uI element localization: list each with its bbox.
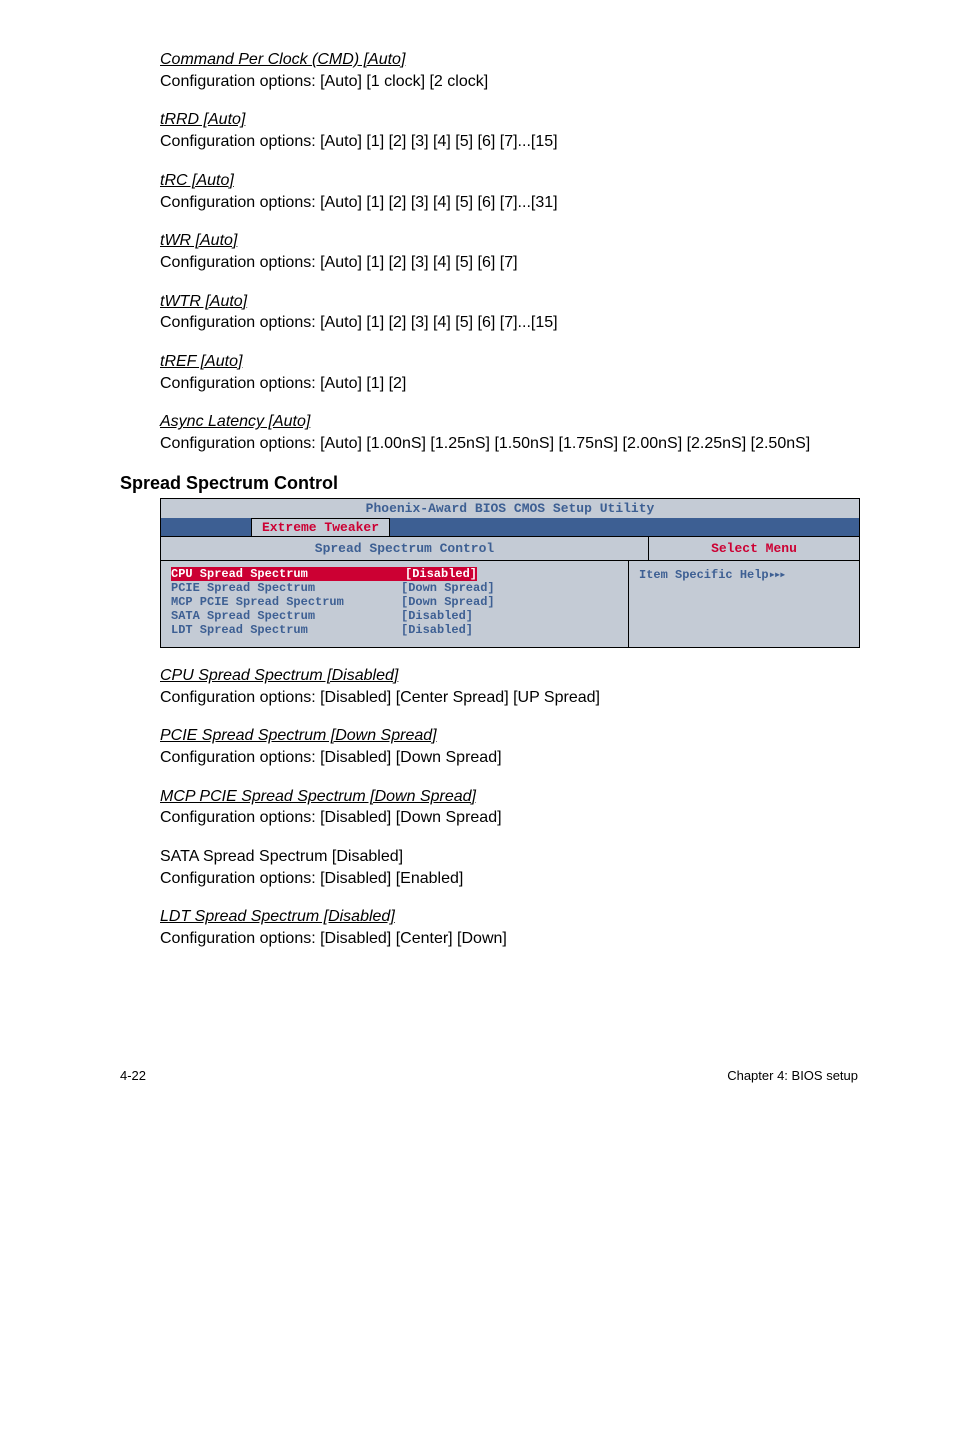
option-desc: Configuration options: [Disabled] [Cente… bbox=[160, 928, 858, 950]
option-title: CPU Spread Spectrum [Disabled] bbox=[160, 666, 858, 687]
option-title: Command Per Clock (CMD) [Auto] bbox=[160, 50, 858, 71]
bios-row-val: [Disabled] bbox=[405, 567, 477, 581]
option-desc: Configuration options: [Auto] [1] [2] [3… bbox=[160, 312, 858, 334]
option-title: PCIE Spread Spectrum [Down Spread] bbox=[160, 727, 437, 744]
bios-utility-title: Phoenix-Award BIOS CMOS Setup Utility bbox=[161, 499, 859, 518]
option-title: tRC [Auto] bbox=[160, 171, 858, 192]
section-heading: Spread Spectrum Control bbox=[120, 473, 858, 494]
option-desc: Configuration options: [Auto] [1] [2] [3… bbox=[160, 192, 858, 214]
option-title: MCP PCIE Spread Spectrum [Down Spread] bbox=[160, 788, 476, 805]
option-desc: Configuration options: [Auto] [1] [2] bbox=[160, 373, 858, 395]
bios-row-val: [Down Spread] bbox=[401, 595, 495, 609]
footer-chapter: Chapter 4: BIOS setup bbox=[727, 1068, 858, 1083]
option-title: tWTR [Auto] bbox=[160, 292, 858, 313]
option-title: LDT Spread Spectrum [Disabled] bbox=[160, 907, 858, 928]
option-desc: Configuration options: [Disabled] [Enabl… bbox=[160, 868, 858, 890]
bios-row-key: MCP PCIE Spread Spectrum bbox=[171, 595, 401, 609]
bios-tab-row: Extreme Tweaker bbox=[161, 518, 859, 536]
bios-row-val: [Disabled] bbox=[401, 609, 473, 623]
option-desc: Configuration options: [Disabled] [Cente… bbox=[160, 687, 858, 709]
bios-left-header: Spread Spectrum Control bbox=[161, 537, 649, 561]
option-title: tRRD [Auto] bbox=[160, 110, 858, 131]
bios-left-panel: CPU Spread Spectrum [Disabled] PCIE Spre… bbox=[161, 561, 629, 647]
bios-row-key: PCIE Spread Spectrum bbox=[171, 581, 401, 595]
option-desc: Configuration options: [Disabled] [Down … bbox=[160, 807, 858, 829]
right-arrows-icon: ▸▸▸ bbox=[769, 568, 785, 582]
bios-row: MCP PCIE Spread Spectrum [Down Spread] bbox=[171, 595, 618, 609]
option-desc: Configuration options: [Auto] [1 clock] … bbox=[160, 71, 858, 93]
option-desc: Configuration options: [Disabled] [Down … bbox=[160, 747, 858, 769]
bios-row-key: SATA Spread Spectrum bbox=[171, 609, 401, 623]
bios-row-val: [Disabled] bbox=[401, 623, 473, 637]
bios-row: SATA Spread Spectrum [Disabled] bbox=[171, 609, 618, 623]
option-title-plain: SATA Spread Spectrum [Disabled] bbox=[160, 847, 858, 868]
bios-right-panel: Item Specific Help▸▸▸ bbox=[629, 561, 859, 647]
bios-row-val: [Down Spread] bbox=[401, 581, 495, 595]
option-title: tWR [Auto] bbox=[160, 231, 858, 252]
bios-help-text: Item Specific Help bbox=[639, 568, 769, 582]
bios-right-header: Select Menu bbox=[649, 537, 859, 561]
bios-row: PCIE Spread Spectrum [Down Spread] bbox=[171, 581, 618, 595]
bios-row-key: CPU Spread Spectrum bbox=[171, 567, 405, 581]
page-number: 4-22 bbox=[120, 1068, 146, 1083]
option-title: tREF [Auto] bbox=[160, 352, 858, 373]
bios-row: LDT Spread Spectrum [Disabled] bbox=[171, 623, 618, 637]
bios-row-key: LDT Spread Spectrum bbox=[171, 623, 401, 637]
option-desc: Configuration options: [Auto] [1] [2] [3… bbox=[160, 252, 858, 274]
bios-screenshot: Phoenix-Award BIOS CMOS Setup Utility Ex… bbox=[160, 498, 860, 648]
option-desc: Configuration options: [Auto] [1] [2] [3… bbox=[160, 131, 858, 153]
bios-row: CPU Spread Spectrum [Disabled] bbox=[171, 567, 618, 581]
option-desc: Configuration options: [Auto] [1.00nS] [… bbox=[160, 433, 858, 455]
bios-tab: Extreme Tweaker bbox=[251, 518, 390, 536]
option-title: Async Latency [Auto] bbox=[160, 412, 858, 433]
